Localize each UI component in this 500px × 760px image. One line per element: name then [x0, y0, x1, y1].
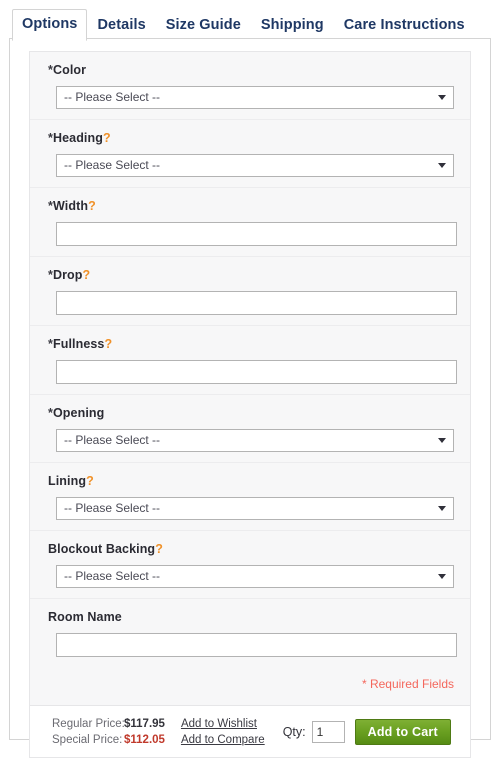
field-control-wrap — [46, 222, 457, 246]
select-heading[interactable]: -- Please Select -- — [56, 154, 454, 177]
help-question-icon[interactable]: ? — [88, 199, 96, 213]
special-price-row: Special Price: $112.05 — [52, 732, 165, 748]
field-label-opening: *Opening — [48, 406, 454, 420]
field-blockout-backing: Blockout Backing? -- Please Select -- — [30, 531, 470, 599]
field-label-text: Heading — [52, 131, 103, 145]
field-label-lining: Lining? — [48, 474, 454, 488]
help-question-icon[interactable]: ? — [155, 542, 163, 556]
field-label-width: *Width? — [48, 199, 454, 213]
field-control-wrap — [46, 291, 457, 315]
tab-size-guide[interactable]: Size Guide — [156, 11, 251, 41]
field-heading: *Heading? -- Please Select -- — [30, 120, 470, 188]
field-opening: *Opening -- Please Select -- — [30, 395, 470, 463]
field-label-text: Fullness — [52, 337, 105, 351]
field-control-wrap: -- Please Select -- — [46, 565, 454, 588]
field-label-heading: *Heading? — [48, 131, 454, 145]
field-label-blockout-backing: Blockout Backing? — [48, 542, 454, 556]
input-fullness[interactable] — [56, 360, 457, 384]
add-to-cart-button[interactable]: Add to Cart — [354, 718, 451, 745]
field-label-text: Opening — [52, 406, 105, 420]
add-to-compare-link[interactable]: Add to Compare — [181, 732, 265, 748]
field-label-text: Blockout Backing — [48, 542, 156, 556]
tab-details[interactable]: Details — [87, 11, 155, 41]
input-room-name[interactable] — [56, 633, 457, 657]
purchase-footer-inner: Regular Price: $117.95 Special Price: $1… — [30, 706, 470, 757]
field-control-wrap — [46, 633, 457, 657]
help-question-icon[interactable]: ? — [86, 474, 94, 488]
field-label-drop: *Drop? — [48, 268, 454, 282]
input-width[interactable] — [56, 222, 457, 246]
tab-shipping[interactable]: Shipping — [251, 11, 334, 41]
select-lining[interactable]: -- Please Select -- — [56, 497, 454, 520]
regular-price-value: $117.95 — [124, 717, 165, 730]
select-opening[interactable]: -- Please Select -- — [56, 429, 454, 452]
product-options-panel: Options Details Size Guide Shipping Care Ins… — [0, 0, 500, 760]
field-control-wrap: -- Please Select -- — [46, 86, 454, 109]
purchase-footer: Regular Price: $117.95 Special Price: $1… — [29, 706, 471, 758]
product-links: Add to Wishlist Add to Compare — [181, 716, 265, 748]
field-control-wrap — [46, 360, 457, 384]
field-label-room-name: Room Name — [48, 610, 454, 624]
required-fields-note: * Required Fields — [361, 677, 454, 691]
special-price-value: $112.05 — [124, 733, 165, 746]
field-lining: Lining? -- Please Select -- — [30, 463, 470, 531]
regular-price-row: Regular Price: $117.95 — [52, 716, 165, 732]
field-label-text: Drop — [52, 268, 83, 282]
field-color: *Color -- Please Select -- — [30, 52, 470, 120]
select-holder: -- Please Select -- — [56, 497, 454, 520]
special-price-label: Special Price: — [52, 733, 123, 746]
field-control-wrap: -- Please Select -- — [46, 429, 454, 452]
select-color[interactable]: -- Please Select -- — [56, 86, 454, 109]
quantity-block: Qty: Add to Cart — [282, 718, 451, 745]
field-label-text: Lining — [48, 474, 87, 488]
field-label-color: *Color — [48, 63, 454, 77]
options-form: *Color -- Please Select -- *Heading? -- Ple… — [29, 51, 471, 706]
select-blockout-backing[interactable]: -- Please Select -- — [56, 565, 454, 588]
select-holder: -- Please Select -- — [56, 429, 454, 452]
input-drop[interactable] — [56, 291, 457, 315]
select-holder: -- Please Select -- — [56, 565, 454, 588]
tab-options[interactable]: Options — [12, 9, 88, 41]
quantity-input[interactable] — [311, 720, 345, 743]
field-control-wrap: -- Please Select -- — [46, 154, 454, 177]
help-question-icon[interactable]: ? — [103, 131, 111, 145]
field-drop: *Drop? — [30, 257, 470, 326]
select-holder: -- Please Select -- — [56, 154, 454, 177]
field-label-text: Width — [52, 199, 89, 213]
field-width: *Width? — [30, 188, 470, 257]
regular-price-label: Regular Price: — [52, 717, 125, 730]
field-control-wrap: -- Please Select -- — [46, 497, 454, 520]
help-question-icon[interactable]: ? — [83, 268, 91, 282]
tab-care-instructions[interactable]: Care Instructions — [334, 11, 475, 41]
field-room-name: Room Name — [30, 599, 470, 667]
field-label-text: Color — [52, 63, 87, 77]
quantity-label: Qty: — [282, 724, 306, 739]
price-block: Regular Price: $117.95 Special Price: $1… — [52, 716, 165, 748]
help-question-icon[interactable]: ? — [104, 337, 112, 351]
options-panel-body: *Color -- Please Select -- *Heading? -- Ple… — [9, 38, 491, 758]
field-label-text: Room Name — [48, 610, 122, 624]
tab-bar: Options Details Size Guide Shipping Care Ins… — [0, 0, 500, 41]
select-holder: -- Please Select -- — [56, 86, 454, 109]
field-label-fullness: *Fullness? — [48, 337, 454, 351]
field-fullness: *Fullness? — [30, 326, 470, 395]
add-to-wishlist-link[interactable]: Add to Wishlist — [181, 716, 265, 732]
